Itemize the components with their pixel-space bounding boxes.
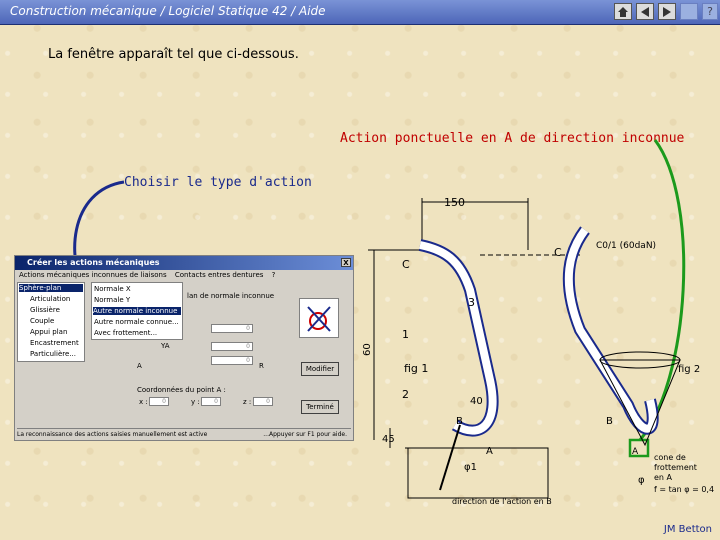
label-a1: A (486, 446, 493, 457)
coord-z-label: z : (243, 398, 252, 406)
submenu-liaisons: Sphère-plan Articulation Glissière Coupl… (17, 282, 85, 362)
coord-x-field[interactable]: 0 (149, 397, 169, 406)
dialog-creer-actions: Créer les actions mécaniques X Actions m… (14, 255, 354, 441)
menu-item-autre-connue[interactable]: Autre normale connue... (94, 318, 179, 326)
label-fig1: fig 1 (404, 362, 428, 375)
menu-item-encastrement[interactable]: Encastrement (30, 339, 79, 347)
group-label: lan de normale inconnue (187, 292, 275, 300)
label-ya: YA (161, 342, 170, 350)
menu-help[interactable]: ? (272, 271, 276, 279)
menu-actions-inconnues[interactable]: Actions mécaniques inconnues de liaisons (19, 271, 167, 279)
dim-45: 45 (382, 434, 395, 445)
close-button[interactable]: X (341, 258, 351, 267)
author-signature: JM Betton (663, 524, 712, 535)
menu-item-articulation[interactable]: Articulation (30, 295, 70, 303)
menu-contacts[interactable]: Contacts entres dentures (175, 271, 264, 279)
menu-item-autre-inconnue[interactable]: Autre normale inconnue (93, 307, 181, 315)
modifier-button[interactable]: Modifier (301, 362, 339, 376)
label-a2: A (632, 447, 639, 457)
dialog-menubar: Actions mécaniques inconnues de liaisons… (19, 271, 281, 279)
menu-item-sphere-plan[interactable]: Sphère-plan (19, 284, 83, 292)
menu-item-glissiere[interactable]: Glissière (30, 306, 60, 314)
label-1: 1 (402, 328, 409, 341)
termine-button[interactable]: Terminé (301, 400, 339, 414)
coord-y-label: y : (191, 398, 200, 406)
label-b1: B (456, 416, 463, 427)
label-a: A (137, 362, 142, 370)
dialog-title: Créer les actions mécaniques X (15, 256, 353, 270)
label-2: 2 (402, 388, 409, 401)
coords-label: Coordonnées du point A : (137, 386, 226, 394)
label-frottement: frottement (654, 463, 697, 472)
label-c1: C (402, 258, 410, 271)
dim-40: 40 (470, 396, 483, 407)
dim-60: 60 (362, 343, 373, 356)
menu-item-appui-plan[interactable]: Appui plan (30, 328, 67, 336)
label-fig2: fig 2 (678, 364, 700, 375)
coord-z-field[interactable]: 0 (253, 397, 273, 406)
status-left: La reconnaissance des actions saisies ma… (17, 431, 208, 438)
dim-150: 150 (444, 196, 465, 209)
label-force-c: C0/1 (60daN) (596, 241, 656, 251)
menu-item-particuliere[interactable]: Particulière... (30, 350, 76, 358)
coord-y-field[interactable]: 0 (201, 397, 221, 406)
field-1[interactable]: 0 (211, 324, 253, 333)
menu-item-couple[interactable]: Couple (30, 317, 54, 325)
status-bar: La reconnaissance des actions saisies ma… (17, 428, 351, 440)
submenu-sphere-plan: Normale X Normale Y Autre normale inconn… (91, 282, 183, 340)
menu-item-normale-y[interactable]: Normale Y (94, 296, 130, 304)
label-phi: φ (638, 475, 645, 486)
status-right: ...Appuyer sur F1 pour aide. (263, 431, 347, 438)
label-b2: B (606, 416, 613, 427)
coord-x-label: x : (139, 398, 148, 406)
label-friction-coef: f = tan φ = 0,4 (654, 485, 714, 494)
label-c2: C (554, 246, 562, 259)
label-r: R (259, 362, 264, 370)
label-cone: cone de (654, 453, 686, 462)
mechanical-drawing: 150 C C 3 1 fig 1 60 2 40 45 B A B fig 2… (362, 196, 714, 506)
menu-item-avec-frottement[interactable]: Avec frottement... (94, 329, 157, 337)
label-en-a: en A (654, 473, 673, 482)
field-3[interactable]: 0 (211, 356, 253, 365)
label-direction-b: direction de l'action en B (452, 497, 552, 506)
menu-item-normale-x[interactable]: Normale X (94, 285, 131, 293)
action-type-icon (299, 298, 339, 338)
label-3: 3 (468, 296, 475, 309)
label-phi1: φ1 (464, 462, 477, 473)
field-2[interactable]: 0 (211, 342, 253, 351)
